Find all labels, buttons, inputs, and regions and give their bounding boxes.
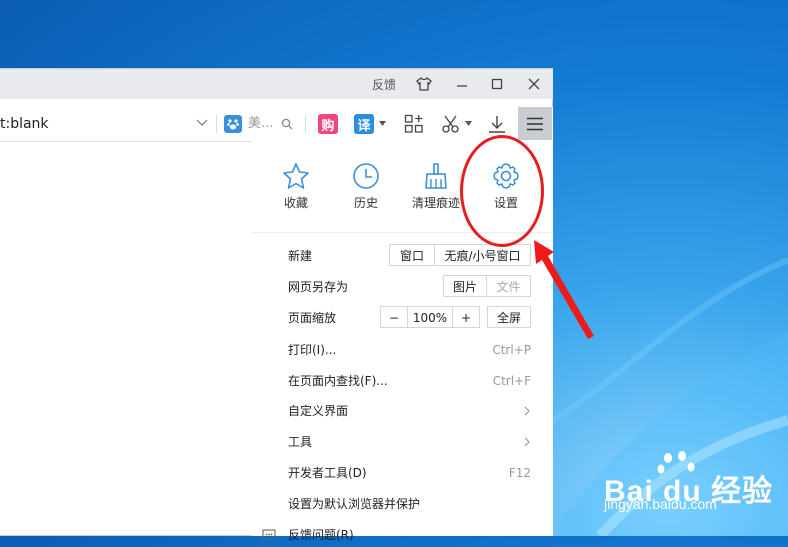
zoom-in-label: + [460, 311, 472, 325]
toolbar: t:blank 美... 购 译 [0, 107, 553, 142]
chevron-right-icon [524, 406, 530, 416]
menu-row-save-as: 网页另存为 图片 文件 [288, 275, 531, 299]
skin-button[interactable] [410, 69, 438, 99]
star-icon [283, 163, 309, 189]
new-incognito-button[interactable]: 无痕/小号窗口 [434, 244, 531, 266]
menu-row-zoom: 页面缩放 − 100% + 全屏 [288, 306, 531, 330]
zoom-value: 100% [407, 306, 453, 328]
menu-item-print[interactable]: 打印(I)... Ctrl+P [288, 338, 531, 362]
translate-label: 译 [357, 118, 371, 134]
feedback-label: 反馈 [371, 77, 396, 92]
find-label: 在页面内查找(F)... [288, 374, 388, 388]
minimize-icon [457, 85, 467, 87]
download-icon[interactable] [487, 114, 507, 134]
fullscreen-button[interactable]: 全屏 [487, 306, 531, 328]
caret-down-icon[interactable] [379, 121, 386, 126]
favorites-button[interactable]: 收藏 [266, 162, 326, 211]
search-engine-button[interactable] [224, 115, 242, 133]
address-bar[interactable]: t:blank [0, 107, 215, 141]
history-label: 历史 [353, 196, 378, 210]
clock-icon [353, 163, 379, 189]
watermark: Bai du 经验 jingyan.baidu.com [604, 450, 784, 520]
search-placeholder: 美... [248, 116, 274, 131]
translate-button[interactable]: 译 [354, 114, 374, 134]
main-menu-button[interactable] [518, 107, 552, 141]
close-button[interactable] [520, 69, 548, 99]
devtools-label: 开发者工具(D) [288, 466, 367, 480]
shopping-button[interactable]: 购 [318, 114, 338, 134]
address-text: t:blank [0, 116, 49, 132]
save-file-button[interactable]: 文件 [486, 275, 531, 297]
save-image-button[interactable]: 图片 [443, 275, 487, 297]
history-button[interactable]: 历史 [336, 162, 396, 211]
save-file-label: 文件 [496, 280, 521, 294]
customize-label: 自定义界面 [288, 404, 349, 418]
tshirt-icon [416, 77, 432, 91]
zoom-label: 页面缩放 [288, 311, 337, 325]
devtools-shortcut: F12 [508, 466, 531, 480]
caret-down-icon[interactable] [465, 121, 472, 126]
report-label: 反馈问题(R) [288, 528, 354, 542]
title-bar: 反馈 [0, 69, 553, 99]
zoom-in-button[interactable]: + [452, 306, 480, 328]
favorites-label: 收藏 [283, 196, 308, 210]
comment-icon [262, 529, 276, 540]
zoom-value-text: 100% [412, 311, 448, 325]
maximize-button[interactable] [483, 69, 511, 99]
zoom-out-label: − [388, 311, 400, 325]
new-window-button[interactable]: 窗口 [389, 244, 435, 266]
print-label: 打印(I)... [288, 343, 337, 357]
print-shortcut: Ctrl+P [492, 343, 531, 357]
search-box[interactable]: 美... [248, 107, 273, 141]
annotation-arrow [534, 240, 594, 339]
shopping-label: 购 [321, 118, 335, 134]
fullscreen-label: 全屏 [496, 311, 521, 325]
menu-item-tools[interactable]: 工具 [288, 430, 531, 454]
save-image-label: 图片 [452, 280, 477, 294]
new-incognito-label: 无痕/小号窗口 [444, 249, 521, 263]
menu-item-devtools[interactable]: 开发者工具(D) F12 [288, 461, 531, 485]
broom-icon [425, 163, 447, 189]
clear-traces-button[interactable]: 清理痕迹 [406, 162, 466, 211]
new-label: 新建 [288, 249, 313, 263]
scissors-icon[interactable] [441, 114, 461, 134]
maximize-icon [491, 78, 503, 90]
feedback-button[interactable]: 反馈 [364, 69, 404, 99]
search-icon[interactable] [281, 118, 293, 130]
baidu-paw-icon [227, 119, 239, 130]
minimize-button[interactable] [448, 69, 476, 99]
save-as-label: 网页另存为 [288, 280, 349, 294]
menu-item-customize[interactable]: 自定义界面 [288, 399, 531, 423]
menu-row-new: 新建 窗口 无痕/小号窗口 [288, 244, 531, 268]
menu-item-default-browser[interactable]: 设置为默认浏览器并保护 [288, 492, 531, 516]
hamburger-menu-icon [527, 117, 543, 131]
menu-item-report[interactable]: 反馈问题(R) [262, 523, 531, 547]
toolbar-divider [216, 115, 217, 133]
find-shortcut: Ctrl+F [492, 374, 531, 388]
toolbar-divider [305, 115, 306, 133]
default-browser-label: 设置为默认浏览器并保护 [288, 497, 421, 511]
close-icon [528, 78, 540, 90]
watermark-url: jingyan.baidu.com [604, 496, 717, 512]
clear-traces-label: 清理痕迹 [411, 196, 460, 210]
apps-add-icon[interactable] [404, 114, 424, 134]
tools-label: 工具 [288, 435, 313, 449]
chevron-right-icon [524, 437, 530, 447]
chevron-down-icon[interactable] [196, 116, 208, 128]
menu-item-find[interactable]: 在页面内查找(F)... Ctrl+F [288, 369, 531, 393]
zoom-out-button[interactable]: − [380, 306, 408, 328]
annotation-ellipse [460, 135, 544, 247]
new-window-label: 窗口 [399, 249, 424, 263]
